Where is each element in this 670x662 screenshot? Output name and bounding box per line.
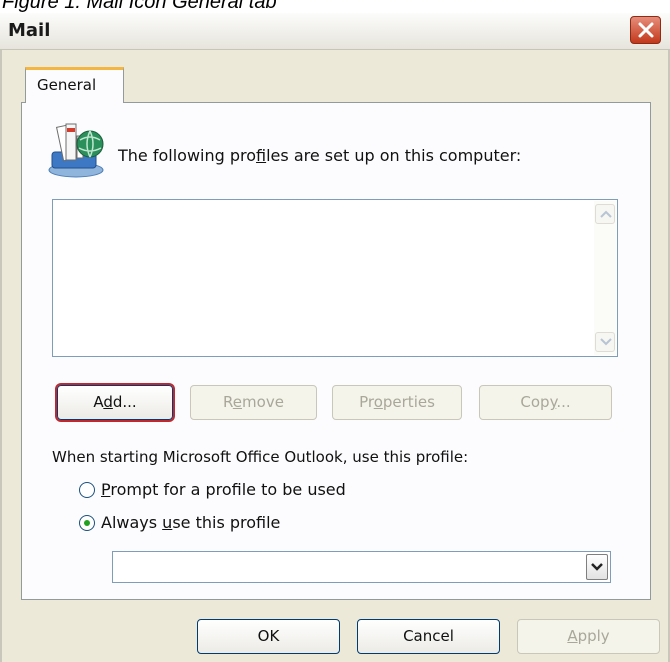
startup-profile-label: When starting Microsoft Office Outlook, … xyxy=(52,448,469,466)
copy-button[interactable]: Copy... xyxy=(479,385,612,420)
chevron-down-icon xyxy=(591,563,603,571)
close-x-icon xyxy=(638,22,654,38)
tab-general-label: General xyxy=(37,76,97,94)
profile-select[interactable] xyxy=(112,551,611,583)
window-frame-left xyxy=(0,50,2,662)
tab-general[interactable]: General xyxy=(25,67,124,103)
chevron-up-icon xyxy=(600,210,612,218)
close-button[interactable] xyxy=(630,16,661,44)
mail-profile-icon xyxy=(48,123,104,178)
properties-button[interactable]: Properties xyxy=(332,385,462,420)
window-title: Mail xyxy=(8,20,51,41)
prompt-profile-radio[interactable] xyxy=(79,482,95,498)
scroll-up-button[interactable] xyxy=(595,204,615,224)
scroll-down-button[interactable] xyxy=(595,332,615,352)
profile-select-dropdown-button[interactable] xyxy=(586,554,608,580)
ok-button[interactable]: OK xyxy=(197,619,340,654)
radio-selected-dot xyxy=(84,520,90,526)
profiles-list-scrollbar[interactable] xyxy=(594,201,616,355)
always-use-profile-radio[interactable] xyxy=(79,515,95,531)
profiles-list[interactable] xyxy=(52,199,618,357)
chevron-down-icon xyxy=(600,338,612,346)
apply-button[interactable]: Apply xyxy=(517,619,660,654)
mail-dialog: Mail General The following profiles are … xyxy=(0,13,670,662)
add-button[interactable]: Add... xyxy=(57,385,173,420)
title-bar[interactable]: Mail xyxy=(0,13,670,50)
prompt-profile-label[interactable]: Prompt for a profile to be used xyxy=(101,480,346,499)
figure-caption: Figure 1. Mail Icon General tab xyxy=(2,0,277,13)
general-tab-panel: The following profiles are set up on thi… xyxy=(21,102,651,600)
profiles-label: The following profiles are set up on thi… xyxy=(118,146,522,165)
remove-button[interactable]: Remove xyxy=(190,385,317,420)
always-use-profile-label[interactable]: Always use this profile xyxy=(101,513,280,532)
cancel-button[interactable]: Cancel xyxy=(357,619,500,654)
